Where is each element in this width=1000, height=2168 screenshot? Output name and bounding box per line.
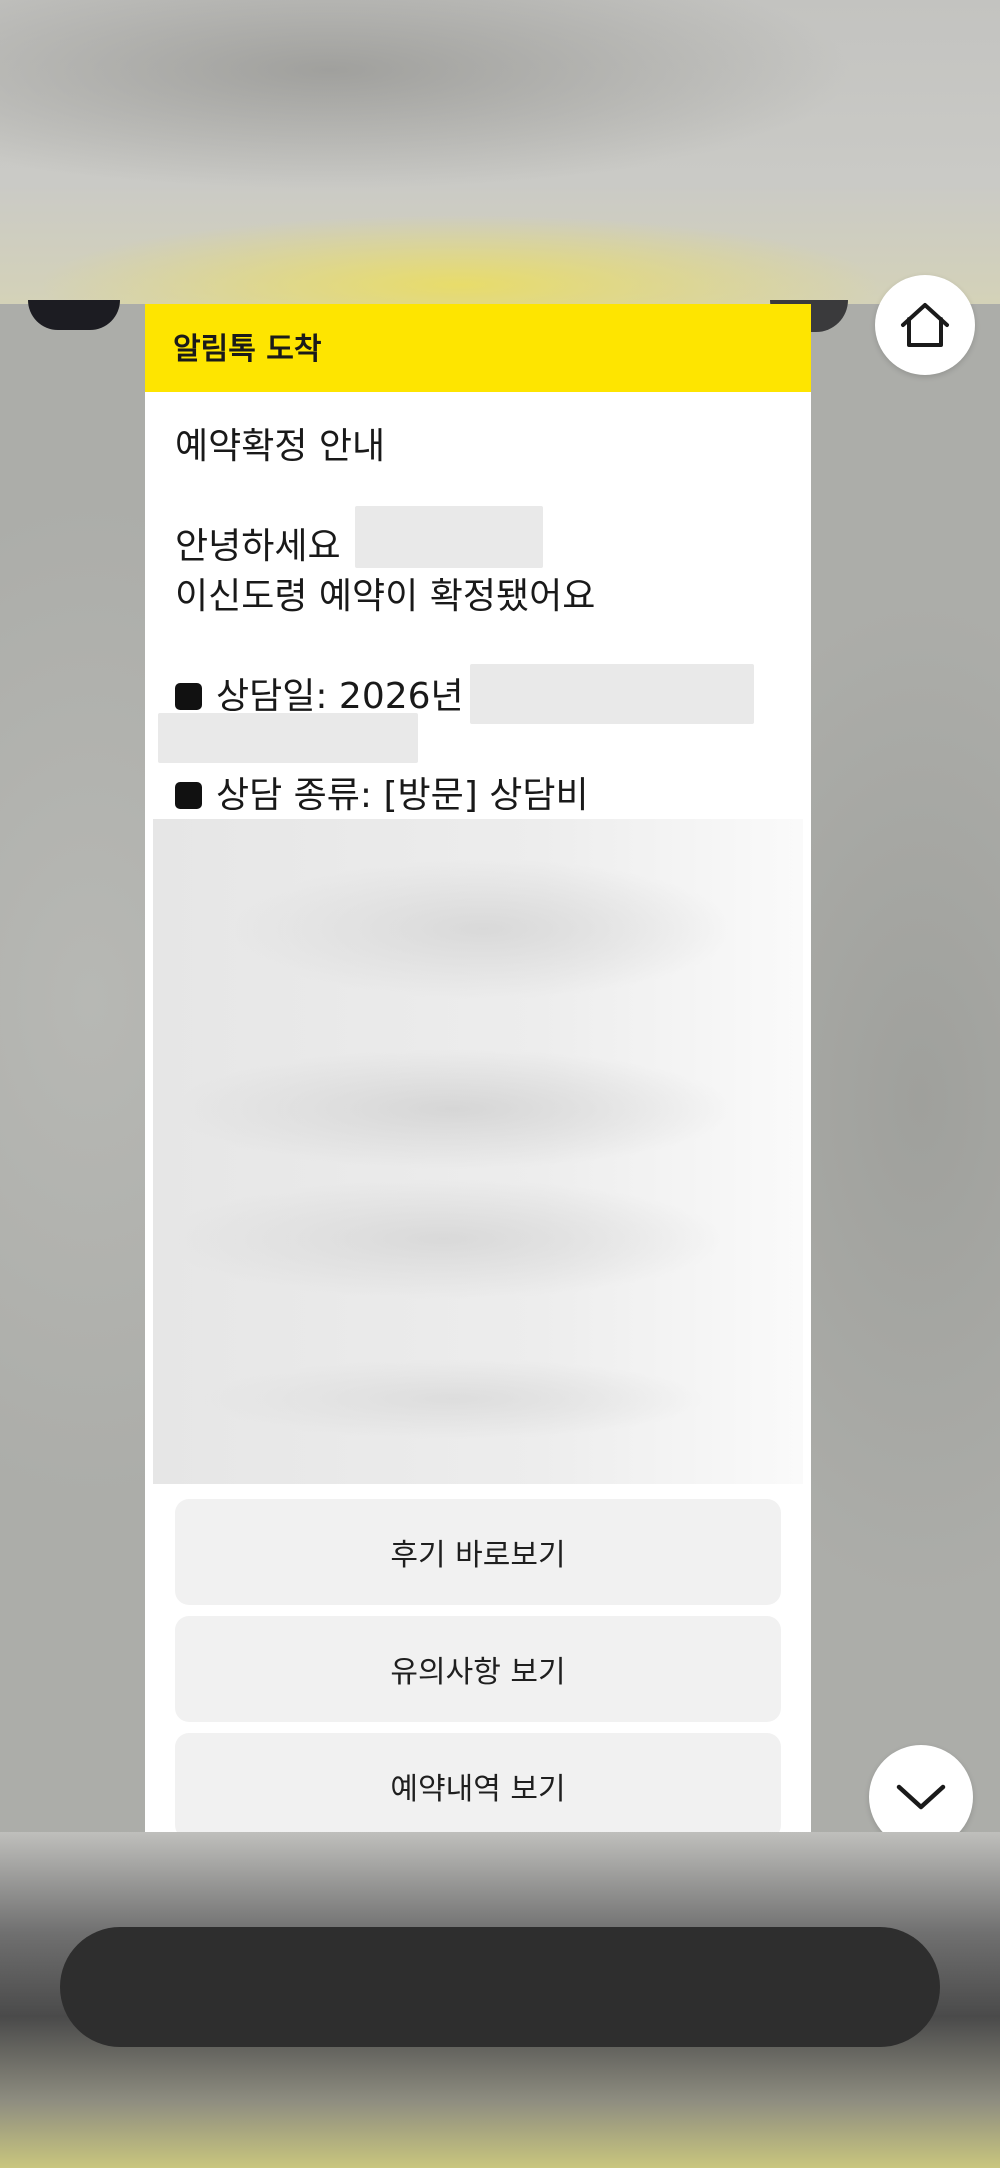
alimtalk-message-card: 알림톡 도착 예약확정 안내 안녕하세요 이신도령 예약이 확정됐어요 상담일:… [145,304,811,1832]
bullet-square-icon [175,782,202,809]
redacted-date-continued [158,713,418,763]
chevron-down-icon [896,1784,946,1810]
redacted-name [355,506,543,568]
blurred-bottom-region [0,1832,1000,2168]
notice-button[interactable]: 유의사항 보기 [175,1616,781,1722]
type-line: 상담 종류: [방문] 상담비 [175,766,589,818]
reservation-button[interactable]: 예약내역 보기 [175,1733,781,1832]
redacted-date [470,664,754,724]
bullet-square-icon [175,683,202,710]
greeting-text: 안녕하세요 [175,526,341,567]
message-title: 예약확정 안내 [175,426,386,467]
blurred-message-image [153,819,803,1484]
home-button[interactable] [875,275,975,375]
message-header: 알림톡 도착 [145,304,811,392]
type-label: 상담 종류: [방문] 상담비 [216,775,589,816]
blurred-top-region [0,0,1000,304]
message-header-label: 알림톡 도착 [173,332,322,367]
date-label: 상담일: 2026년 [216,676,464,717]
confirm-text: 이신도령 예약이 확정됐어요 [175,576,596,617]
review-button[interactable]: 후기 바로보기 [175,1499,781,1605]
home-icon [901,303,949,347]
date-line: 상담일: 2026년 [175,667,464,719]
